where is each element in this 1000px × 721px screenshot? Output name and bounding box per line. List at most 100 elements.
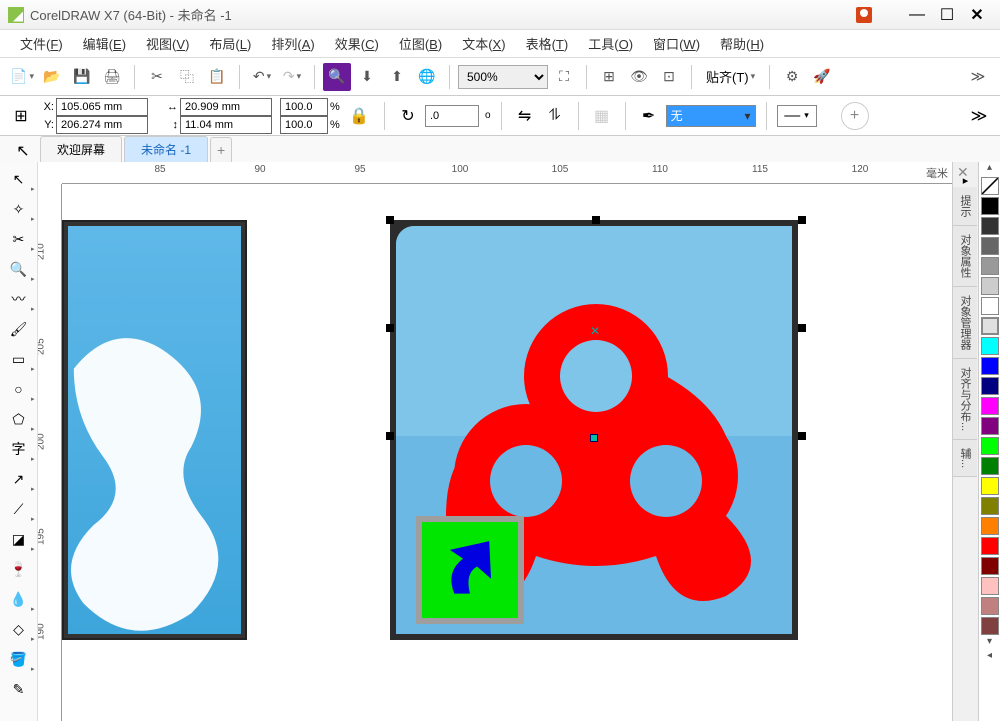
color-swatch[interactable] (981, 297, 999, 315)
pick-tool-icon[interactable]: ↖ (10, 140, 36, 162)
node-handle[interactable] (590, 434, 598, 442)
maximize-button[interactable]: ☐ (932, 5, 962, 25)
redo-button[interactable]: ↷▾ (278, 63, 306, 91)
polygon-tool[interactable]: ⬠▸ (2, 404, 36, 434)
publish-button[interactable]: 🌐 (413, 63, 441, 91)
search-button[interactable]: 🔍 (323, 63, 351, 91)
undo-button[interactable]: ↶▾ (248, 63, 276, 91)
user-account-icon[interactable] (856, 7, 872, 23)
color-swatch[interactable] (981, 517, 999, 535)
drop-shadow-tool[interactable]: ◪▸ (2, 524, 36, 554)
smart-fill-tool[interactable]: 🪣▸ (2, 644, 36, 674)
horizontal-ruler[interactable]: 85 90 95 100 105 110 115 120 毫米 (62, 162, 952, 184)
import-button[interactable]: ⬇ (353, 63, 381, 91)
color-swatch[interactable] (981, 377, 999, 395)
y-position-input[interactable] (56, 116, 148, 134)
color-swatch[interactable] (981, 557, 999, 575)
vertical-ruler[interactable]: 190 195 200 205 210 (38, 184, 62, 721)
crop-tool[interactable]: ✂▸ (2, 224, 36, 254)
connector-tool[interactable]: ⟋▸ (2, 494, 36, 524)
outline-tool[interactable]: ✎ (2, 674, 36, 704)
parallel-dimension-tool[interactable]: ↗▸ (2, 464, 36, 494)
open-button[interactable]: 📂 (38, 63, 66, 91)
selection-handle-tm[interactable] (592, 216, 600, 224)
width-input[interactable] (180, 98, 272, 116)
wrap-button[interactable]: ▦ (589, 103, 615, 129)
menu-tools[interactable]: 工具(O) (578, 30, 643, 57)
menu-text[interactable]: 文本(X) (452, 30, 515, 57)
color-swatch[interactable] (981, 357, 999, 375)
rotation-input[interactable] (425, 105, 479, 127)
canvas[interactable]: ✕ (62, 184, 952, 721)
menu-arrange[interactable]: 排列(A) (261, 30, 324, 57)
zoom-tool[interactable]: 🔍▸ (2, 254, 36, 284)
menu-effects[interactable]: 效果(C) (325, 30, 389, 57)
export-button[interactable]: ⬆ (383, 63, 411, 91)
selection-handle-ml[interactable] (386, 324, 394, 332)
interactive-fill-tool[interactable]: ◇▸ (2, 614, 36, 644)
tab-welcome[interactable]: 欢迎屏幕 (40, 136, 122, 162)
height-input[interactable] (180, 116, 272, 134)
cut-button[interactable]: ✂ (143, 63, 171, 91)
color-swatch[interactable] (981, 497, 999, 515)
pick-tool[interactable]: ↖▸ (2, 164, 36, 194)
add-preset-button[interactable]: + (841, 102, 869, 130)
selection-handle-ml2[interactable] (386, 432, 394, 440)
minimize-button[interactable]: — (902, 5, 932, 25)
copy-button[interactable]: ⿻ (173, 63, 201, 91)
color-swatch[interactable] (981, 417, 999, 435)
rectangle-tool[interactable]: ▭▸ (2, 344, 36, 374)
new-button[interactable]: 📄▾ (8, 63, 36, 91)
menu-edit[interactable]: 编辑(E) (73, 30, 136, 57)
ellipse-tool[interactable]: ○▸ (2, 374, 36, 404)
panel-object-manager[interactable]: 对象管理器 (953, 287, 977, 359)
color-swatch[interactable] (981, 217, 999, 235)
color-eyedropper-tool[interactable]: 💧▸ (2, 584, 36, 614)
menu-file[interactable]: 文件(F) (10, 30, 73, 57)
palette-down-arrow[interactable]: ▾ (979, 636, 1000, 650)
menu-layout[interactable]: 布局(L) (199, 30, 261, 57)
palette-flyout[interactable]: ◂ (979, 650, 1000, 664)
color-swatch[interactable] (981, 337, 999, 355)
mirror-v-button[interactable]: ⥮ (542, 103, 568, 129)
selection-handle-mr[interactable] (798, 324, 806, 332)
selection-handle-mr2[interactable] (798, 432, 806, 440)
menu-table[interactable]: 表格(T) (516, 30, 579, 57)
selection-handle-tr[interactable] (798, 216, 806, 224)
grid-button[interactable]: ⊡ (655, 63, 683, 91)
color-swatch[interactable] (981, 397, 999, 415)
paste-button[interactable]: 📋 (203, 63, 231, 91)
color-none[interactable] (981, 177, 999, 195)
rulers-button[interactable]: ⊞ (595, 63, 623, 91)
panel-guides[interactable]: 辅... (953, 440, 977, 477)
color-swatch[interactable] (981, 617, 999, 635)
freehand-tool[interactable]: 〰▸ (2, 284, 36, 314)
tab-document[interactable]: 未命名 -1 (124, 136, 208, 162)
color-swatch[interactable] (981, 257, 999, 275)
color-swatch[interactable] (981, 457, 999, 475)
menu-help[interactable]: 帮助(H) (710, 30, 774, 57)
snap-button[interactable]: 贴齐(T) ▾ (700, 64, 761, 90)
color-swatch[interactable] (981, 237, 999, 255)
menu-window[interactable]: 窗口(W) (643, 30, 710, 57)
text-tool[interactable]: 字▸ (2, 434, 36, 464)
overflow-button[interactable]: ≫ (966, 103, 992, 129)
panel-align-distribute[interactable]: 对齐与分布... (953, 359, 977, 440)
fullscreen-button[interactable]: ⛶ (550, 63, 578, 91)
launch-button[interactable]: 🚀 (808, 63, 836, 91)
color-swatch[interactable] (981, 477, 999, 495)
overflow-button[interactable]: ≫ (964, 63, 992, 91)
scale-x-input[interactable] (280, 98, 328, 116)
lock-ratio-icon[interactable]: 🔒 (348, 101, 370, 131)
canvas-area[interactable]: 85 90 95 100 105 110 115 120 毫米 190 195 … (38, 162, 952, 721)
color-swatch[interactable] (981, 277, 999, 295)
menu-bitmaps[interactable]: 位图(B) (389, 30, 452, 57)
line-style-select[interactable]: — ▾ (777, 105, 817, 127)
panel-object-properties[interactable]: 对象属性 (953, 226, 977, 287)
color-swatch[interactable] (981, 577, 999, 595)
artwork-right[interactable] (390, 220, 798, 640)
scale-y-input[interactable] (280, 116, 328, 134)
show-button[interactable]: 👁 (625, 63, 653, 91)
save-button[interactable]: 💾 (68, 63, 96, 91)
color-swatch[interactable] (981, 317, 999, 335)
